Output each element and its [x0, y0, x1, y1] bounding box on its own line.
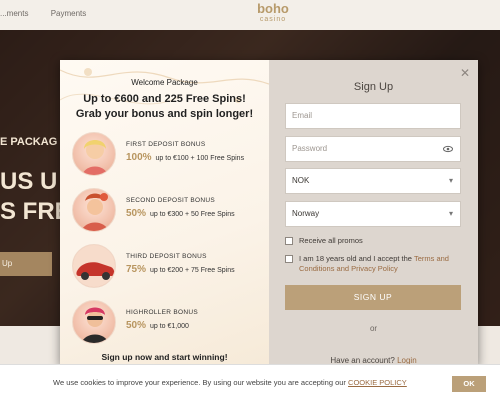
terms-text: I am 18 years old and I accept the: [299, 254, 414, 263]
site-header: ...ments Payments boho casino: [0, 0, 500, 30]
country-value: Norway: [292, 209, 320, 218]
hero-line-1: E PACKAG: [0, 136, 58, 148]
welcome-package-panel: Welcome Package Up to €600 and 225 Free …: [60, 60, 269, 366]
bonus-label: HIGHROLLER BONUS: [126, 309, 198, 316]
hero-line-2: US U: [0, 168, 58, 195]
second-deposit-character-icon: [72, 188, 116, 232]
password-field[interactable]: Password: [285, 136, 461, 162]
bonus-detail-text: up to €100 + 100 Free Spins: [155, 155, 245, 162]
site-nav: ...ments Payments: [0, 9, 106, 18]
terms-checkbox-label: I am 18 years old and I accept the Terms…: [299, 254, 465, 274]
chevron-down-icon: ▾: [448, 209, 453, 218]
cookie-policy-link[interactable]: COOKIE POLICY: [348, 378, 407, 387]
currency-select[interactable]: NOK ▾: [285, 168, 461, 194]
bonus-detail-text: up to €1,000: [149, 323, 189, 330]
bonus-label: SECOND DEPOSIT BONUS: [126, 197, 215, 204]
bonus-label: FIRST DEPOSIT BONUS: [126, 141, 206, 148]
headline-line-2: Grab your bonus and spin longer!: [75, 108, 254, 120]
welcome-package-headline: Up to €600 and 225 Free Spins! Grab your…: [60, 92, 269, 122]
nav-item-payments[interactable]: Payments: [51, 9, 87, 18]
third-deposit-car-icon: [72, 244, 116, 288]
bonus-item-first-deposit: FIRST DEPOSIT BONUS 100% up to €100 + 10…: [72, 132, 262, 176]
logo-main-text: boho: [257, 1, 289, 16]
cookie-bar: We use cookies to improve your experienc…: [0, 364, 500, 400]
bonus-detail-text: up to €200 + 75 Free Spins: [149, 267, 235, 274]
close-icon[interactable]: ✕: [458, 66, 472, 80]
chevron-down-icon: ▾: [448, 176, 453, 185]
site-logo[interactable]: boho casino: [248, 2, 298, 28]
signup-modal: Welcome Package Up to €600 and 225 Free …: [60, 60, 478, 366]
welcome-package-title: Welcome Package: [131, 78, 198, 87]
cookie-text: We use cookies to improve your experienc…: [53, 378, 349, 387]
bonus-item-highroller: HIGHROLLER BONUS 50% up to €1,000: [72, 300, 262, 344]
first-deposit-character-icon: [72, 132, 116, 176]
bonus-label: THIRD DEPOSIT BONUS: [126, 253, 207, 260]
password-placeholder: Password: [292, 144, 328, 153]
promo-footer-text: Sign up now and start winning!: [101, 352, 228, 362]
signup-button[interactable]: SIGN UP: [285, 285, 461, 310]
or-divider: or: [369, 324, 378, 333]
eye-icon[interactable]: [443, 137, 453, 171]
email-placeholder: Email: [292, 111, 313, 120]
bonus-percent: 75%: [126, 264, 147, 275]
currency-value: NOK: [292, 176, 310, 185]
highroller-character-icon: [72, 300, 116, 344]
email-field[interactable]: Email: [285, 103, 461, 129]
terms-checkbox[interactable]: [285, 255, 293, 263]
bonus-item-third-deposit: THIRD DEPOSIT BONUS 75% up to €200 + 75 …: [72, 244, 262, 288]
bonus-detail: 100% up to €100 + 100 Free Spins: [126, 152, 244, 163]
hero-signup-button[interactable]: Up: [0, 252, 52, 276]
promo-checkbox-label: Receive all promos: [299, 236, 363, 245]
bonus-detail: 50% up to €300 + 50 Free Spins: [126, 208, 235, 219]
signup-form: Sign Up Email Password NOK ▾ Norway ▾ Re…: [269, 60, 478, 366]
cookie-ok-button[interactable]: OK: [452, 376, 486, 392]
cookie-message: We use cookies to improve your experienc…: [53, 378, 407, 387]
promo-checkbox[interactable]: [285, 237, 293, 245]
bonus-detail: 50% up to €1,000: [126, 320, 189, 331]
logo-sub-text: casino: [259, 16, 287, 23]
bonus-percent: 50%: [126, 208, 147, 219]
signup-title: Sign Up: [353, 81, 394, 93]
country-select[interactable]: Norway ▾: [285, 201, 461, 227]
nav-item-tournaments[interactable]: ...ments: [0, 9, 28, 18]
bonus-percent: 100%: [126, 152, 152, 163]
bonus-detail: 75% up to €200 + 75 Free Spins: [126, 264, 235, 275]
bonus-percent: 50%: [126, 320, 147, 331]
bonus-detail-text: up to €300 + 50 Free Spins: [149, 211, 235, 218]
headline-line-1: Up to €600 and 225 Free Spins!: [83, 93, 246, 105]
bonus-item-second-deposit: SECOND DEPOSIT BONUS 50% up to €300 + 50…: [72, 188, 262, 232]
